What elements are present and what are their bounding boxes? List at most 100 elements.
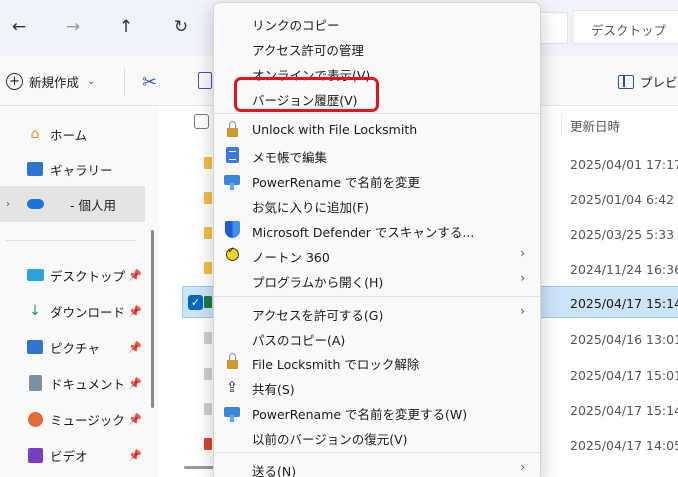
sidebar-item-label: ピクチャ [50,340,100,356]
row-date: 2025/03/25 5:33 [570,227,675,242]
sidebar-item-label: ギャラリー [50,162,113,178]
row-date: 2025/04/01 17:17 [570,157,678,172]
pin-icon: 📌 [128,304,142,318]
row-checkbox-checked[interactable]: ✓ [188,295,203,310]
column-divider [561,114,562,136]
sidebar-item-onedrive[interactable]: › - 個人用 [0,186,145,222]
cut-icon[interactable]: ✂ [142,72,157,93]
sidebar-item-desktop[interactable]: デスクトップ 📌 [0,257,145,293]
menu-item-label: プログラムから開く(H) [252,275,384,290]
desktop-icon [26,266,44,284]
menu-item-label: パスのコピー(A) [252,333,346,348]
menu-item-unlock-file-locksmith[interactable]: Unlock with File Locksmith [214,117,540,142]
row-date: 2025/04/17 15:14 [570,403,678,418]
sidebar-item-pictures[interactable]: ピクチャ 📌 [0,329,145,365]
menu-item-norton-360[interactable]: ノートン 360 › [214,242,540,267]
menu-separator [214,452,540,453]
excel-file-icon [204,296,212,308]
sidebar-item-music[interactable]: ミュージック 📌 [0,401,145,437]
menu-item-label: Unlock with File Locksmith [252,122,418,137]
sidebar-item-label: ミュージック [50,412,125,428]
search-input[interactable]: デスクトップ [572,10,678,44]
sidebar-item-label: ドキュメント [50,376,126,392]
menu-item-restore-previous[interactable]: 以前のバージョンの復元(V) [214,424,540,449]
menu-item-open-with[interactable]: プログラムから開く(H) › [214,267,540,292]
preview-button-label: プレビュー [640,75,678,90]
row-date: 2025/04/17 15:01 [570,368,678,383]
refresh-icon[interactable]: ↻ [168,14,194,40]
pin-icon: 📌 [128,268,142,282]
pin-icon: 📌 [128,376,142,390]
menu-item-powerrename-w[interactable]: PowerRename で名前を変更する(W) [214,399,540,424]
pin-icon: 📌 [128,448,142,462]
sidebar-item-label: ビデオ [50,448,88,464]
back-arrow-icon[interactable]: ← [6,14,32,40]
sidebar-item-label: - 個人用 [70,197,116,213]
menu-item-label: お気に入りに追加(F) [252,200,369,215]
select-all-checkbox[interactable] [194,114,209,129]
up-arrow-icon[interactable]: ↑ [113,14,139,40]
file-icon [204,403,212,415]
folder-icon [204,192,212,204]
row-date: 2025/04/16 13:01 [570,332,678,347]
video-icon [26,446,44,464]
chevron-down-icon: ⌄ [87,75,96,87]
forward-arrow-icon[interactable]: → [60,14,86,40]
menu-item-send-to[interactable]: 送る(N) › [214,456,540,477]
menu-item-add-favorites[interactable]: お気に入りに追加(F) [214,192,540,217]
row-date: 2025/01/04 6:42 [570,192,675,207]
defender-shield-icon [222,220,242,240]
address-bar[interactable] [540,12,568,44]
menu-item-edit-notepad[interactable]: メモ帳で編集 [214,142,540,167]
row-date: 2025/04/17 15:14 [570,296,678,311]
menu-item-label: PowerRename で名前を変更 [252,175,421,190]
folder-icon [204,262,212,274]
menu-item-label: 以前のバージョンの復元(V) [252,432,408,447]
menu-item-label: PowerRename で名前を変更する(W) [252,407,468,422]
sidebar-item-label: ホーム [50,127,88,143]
file-icon [204,438,212,450]
new-button[interactable]: + 新規作成 ⌄ [6,70,95,92]
copy-icon[interactable] [198,72,212,89]
chevron-right-icon: › [6,198,10,210]
sidebar-item-label: ダウンロード [50,304,126,320]
pin-icon: 📌 [128,340,142,354]
pictures-icon [26,338,44,356]
menu-item-copy-path[interactable]: パスのコピー(A) [214,325,540,350]
menu-item-give-access[interactable]: アクセスを許可する(G) › [214,300,540,325]
sidebar-item-downloads[interactable]: ↓ ダウンロード 📌 [0,293,145,329]
plus-icon: + [6,72,23,90]
menu-item-locksmith-unlock[interactable]: File Locksmith でロック解除 [214,349,540,374]
file-icon [204,332,212,344]
sidebar-item-documents[interactable]: ドキュメント 📌 [0,365,145,401]
menu-item-powerrename[interactable]: PowerRename で名前を変更 [214,167,540,192]
menu-item-label: ノートン 360 [252,250,330,265]
preview-pane-icon [618,74,634,89]
documents-icon [26,374,44,392]
navigation-pane: ⌂ ホーム ギャラリー › - 個人用 デスクトップ 📌 ↓ ダウンロード 📌 … [0,106,158,477]
sidebar-item-gallery[interactable]: ギャラリー [0,151,145,187]
menu-item-label: アクセスを許可する(G) [252,308,384,323]
sidebar-item-home[interactable]: ⌂ ホーム [0,116,145,152]
column-header-modified[interactable]: 更新日時 [570,116,620,135]
powerrename-icon [222,170,242,190]
preview-button[interactable]: プレビュー [618,72,678,91]
sidebar-scrollbar[interactable] [151,230,154,408]
row-date: 2025/04/17 14:05 [570,438,678,453]
menu-item-label: リンクのコピー [252,18,340,33]
menu-item-share[interactable]: ⇪ 共有(S) [214,374,540,399]
menu-separator [214,296,540,297]
chevron-right-icon: › [520,460,525,474]
menu-item-copy-link[interactable]: リンクのコピー [214,10,540,35]
home-icon: ⌂ [30,126,40,142]
menu-item-label: 送る(N) [252,464,297,477]
highlight-annotation-box [234,77,379,112]
gallery-icon [26,160,44,178]
menu-item-manage-access[interactable]: アクセス許可の管理 [214,35,540,60]
sidebar-item-videos[interactable]: ビデオ 📌 [0,437,145,473]
lock-icon [222,120,242,140]
menu-item-label: Microsoft Defender でスキャンする... [252,225,475,240]
menu-item-defender-scan[interactable]: Microsoft Defender でスキャンする... [214,217,540,242]
music-icon [26,410,44,428]
chevron-right-icon: › [520,304,525,318]
